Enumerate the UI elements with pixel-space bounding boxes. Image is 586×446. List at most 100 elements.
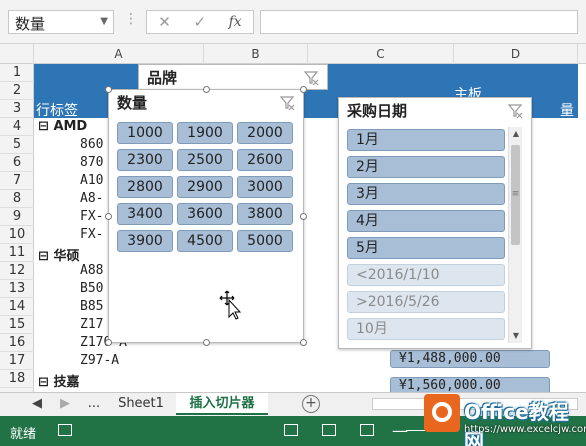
- tab-insert-slicer[interactable]: 插入切片器: [176, 393, 268, 415]
- scroll-down-icon[interactable]: ▼: [509, 329, 523, 343]
- resize-handle[interactable]: [203, 339, 210, 346]
- tab-nav-next-icon[interactable]: ▶: [56, 393, 74, 415]
- row-header[interactable]: 3: [0, 100, 34, 118]
- slicer-item[interactable]: 3月: [347, 183, 505, 205]
- row-header[interactable]: 9: [0, 208, 34, 226]
- row-header[interactable]: 18: [0, 370, 34, 388]
- slicer-item-no-data[interactable]: <2016/1/10: [347, 264, 505, 286]
- slicer-item[interactable]: 3600: [177, 203, 233, 225]
- slicer-item-no-data[interactable]: 10月: [347, 318, 505, 340]
- collapse-icon[interactable]: ⊟: [38, 119, 49, 134]
- slicer-item[interactable]: 4月: [347, 210, 505, 232]
- page-layout-icon[interactable]: [322, 424, 336, 436]
- tab-more-button[interactable]: ...: [84, 393, 104, 415]
- slicer-item[interactable]: 2900: [177, 176, 233, 198]
- resize-handle[interactable]: [300, 86, 307, 93]
- row-item: FX-: [80, 209, 104, 224]
- group-asus[interactable]: ⊟ 华硕: [38, 245, 79, 264]
- row-item: A88: [80, 263, 104, 278]
- row-header[interactable]: 4: [0, 118, 34, 136]
- row-header[interactable]: 10: [0, 226, 34, 244]
- slicer-item[interactable]: 2000: [237, 122, 293, 144]
- row-header[interactable]: 1: [0, 64, 34, 82]
- slicer-item[interactable]: 3900: [117, 230, 173, 252]
- slicer-item[interactable]: 5000: [237, 230, 293, 252]
- chevron-down-icon[interactable]: ▼: [100, 16, 108, 27]
- tab-sheet1[interactable]: Sheet1: [110, 393, 172, 415]
- insert-function-icon[interactable]: fx: [229, 14, 242, 30]
- column-header-d[interactable]: D: [454, 44, 578, 64]
- row-item: Z97-A: [80, 353, 120, 368]
- row-header[interactable]: 5: [0, 136, 34, 154]
- page-break-view-icon[interactable]: [360, 424, 374, 436]
- collapse-icon[interactable]: ⊟: [38, 375, 49, 390]
- enter-icon[interactable]: ✓: [193, 13, 206, 31]
- collapse-icon[interactable]: ⊟: [38, 249, 49, 264]
- clear-filter-icon[interactable]: [303, 70, 319, 86]
- row-header[interactable]: 11: [0, 244, 34, 262]
- more-options-icon[interactable]: ⋮: [124, 11, 138, 27]
- row-header[interactable]: 6: [0, 154, 34, 172]
- slicer-item-no-data[interactable]: >2016/5/26: [347, 291, 505, 313]
- value-cell: ¥1,488,000.00: [390, 350, 550, 368]
- slicer-item[interactable]: 2800: [117, 176, 173, 198]
- status-text: 就绪: [10, 427, 37, 442]
- row-header[interactable]: 17: [0, 352, 34, 370]
- group-amd[interactable]: ⊟ AMD: [38, 119, 87, 134]
- row-header[interactable]: 16: [0, 334, 34, 352]
- row-header[interactable]: 7: [0, 172, 34, 190]
- macro-record-icon[interactable]: [58, 424, 72, 436]
- slicer-item[interactable]: 2600: [237, 149, 293, 171]
- slicer-item[interactable]: 3400: [117, 203, 173, 225]
- brand-slicer[interactable]: 品牌: [138, 64, 328, 90]
- row-header[interactable]: 15: [0, 316, 34, 334]
- row-header[interactable]: 12: [0, 262, 34, 280]
- resize-handle[interactable]: [105, 339, 112, 346]
- slicer-item[interactable]: 5月: [347, 237, 505, 259]
- row-header[interactable]: 13: [0, 280, 34, 298]
- watermark-title: Office教程网: [464, 400, 569, 446]
- resize-handle[interactable]: [203, 86, 210, 93]
- tab-nav-prev-icon[interactable]: ◀: [28, 393, 46, 415]
- group-label: 技嘉: [53, 375, 80, 390]
- scroll-up-icon[interactable]: ▲: [509, 127, 523, 141]
- normal-view-icon[interactable]: [284, 424, 298, 436]
- slicer-item[interactable]: 2300: [117, 149, 173, 171]
- name-box-value: 数量: [15, 15, 46, 33]
- cancel-icon[interactable]: ✕: [158, 13, 171, 31]
- clear-filter-icon[interactable]: [507, 103, 523, 119]
- watermark-url: https://www.excelcjw.com: [464, 424, 586, 435]
- formula-input[interactable]: [260, 10, 578, 34]
- row-item: A8-: [80, 191, 104, 206]
- row-header[interactable]: 14: [0, 298, 34, 316]
- formula-actions: ✕ ✓ fx: [146, 10, 254, 34]
- column-header-c[interactable]: C: [308, 44, 454, 64]
- select-all-corner[interactable]: [0, 44, 34, 64]
- resize-handle[interactable]: [105, 213, 112, 220]
- slicer-item[interactable]: 2月: [347, 156, 505, 178]
- name-box[interactable]: 数量 ▼: [8, 10, 114, 34]
- resize-handle[interactable]: [300, 213, 307, 220]
- purchase-date-slicer[interactable]: 采购日期 1月 2月 3月 4月 5月 <2016/1/10 >2016/5/2…: [338, 97, 532, 349]
- clear-filter-icon[interactable]: [279, 95, 295, 111]
- slicer-scrollbar[interactable]: ▲ ≡ ▼: [508, 127, 522, 343]
- slicer-item[interactable]: 3800: [237, 203, 293, 225]
- row-header[interactable]: 2: [0, 82, 34, 100]
- slicer-item[interactable]: 1900: [177, 122, 233, 144]
- group-gigabyte[interactable]: ⊟ 技嘉: [38, 371, 79, 390]
- slicer-title: 数量: [117, 94, 148, 112]
- resize-handle[interactable]: [105, 86, 112, 93]
- value-header-partial: 量: [560, 103, 574, 119]
- watermark: Office教程网 https://www.excelcjw.com: [420, 388, 586, 446]
- column-header-b[interactable]: B: [204, 44, 308, 64]
- row-header[interactable]: 8: [0, 190, 34, 208]
- slicer-item[interactable]: 2500: [177, 149, 233, 171]
- column-header-a[interactable]: A: [34, 44, 204, 64]
- add-sheet-button[interactable]: +: [302, 395, 320, 413]
- quantity-slicer[interactable]: 数量 1000 1900 2000 2300 2500 2600 2800 29…: [105, 86, 307, 346]
- slicer-item[interactable]: 1000: [117, 122, 173, 144]
- slicer-item[interactable]: 1月: [347, 129, 505, 151]
- resize-handle[interactable]: [300, 339, 307, 346]
- slicer-item[interactable]: 4500: [177, 230, 233, 252]
- slicer-item[interactable]: 3000: [237, 176, 293, 198]
